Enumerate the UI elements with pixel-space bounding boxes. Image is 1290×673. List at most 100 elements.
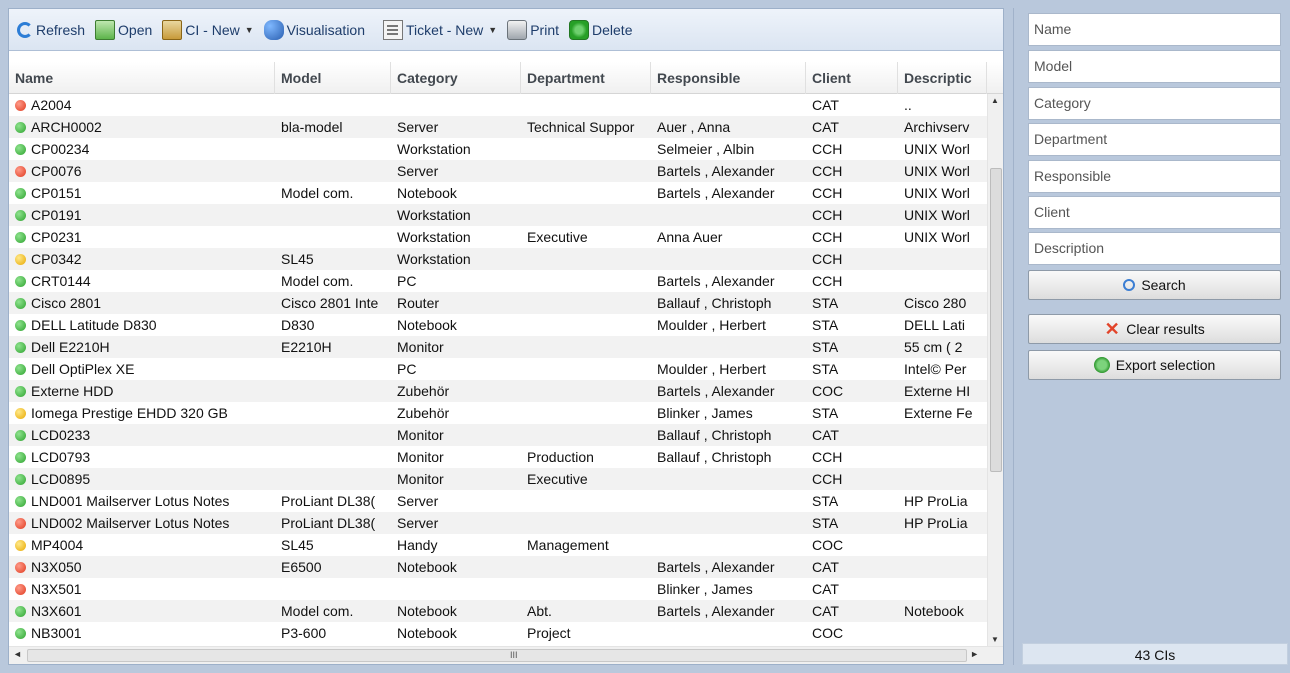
scroll-up-arrow-icon[interactable]: ▲ [991, 96, 999, 105]
table-row[interactable]: DELL Latitude D830 D830 Notebook Moulder , … [9, 314, 987, 336]
table-row[interactable]: LCD0895 Monitor Executive CCH [9, 468, 987, 490]
cell-description: DELL Lati [904, 317, 965, 333]
table-row[interactable]: N3X601 Model com. Notebook Abt. Bartels , Al… [9, 600, 987, 622]
ci-new-button[interactable]: CI - New ▼ [158, 15, 257, 45]
ticket-new-label: Ticket - New [406, 21, 484, 38]
cell-description: .. [904, 97, 912, 113]
cell-name-text: Dell E2210H [31, 339, 110, 355]
print-button[interactable]: Print [503, 15, 563, 45]
department-filter-input[interactable]: Department [1028, 123, 1281, 156]
table-row[interactable]: N3X501 Blinker , James CAT [9, 578, 987, 600]
scroll-right-arrow-icon[interactable]: ► [970, 649, 979, 659]
cell-description: Externe Fe [904, 405, 973, 421]
vertical-scrollbar[interactable]: ▲ ▼ [987, 94, 1003, 646]
table-row[interactable]: LCD0233 Monitor Ballauf , Christoph CAT [9, 424, 987, 446]
vertical-scroll-thumb[interactable] [990, 168, 1002, 472]
cell-description: Cisco 280 [904, 295, 967, 311]
status-green-icon [15, 628, 26, 639]
table-row[interactable]: Dell OptiPlex XE PC Moulder , Herbert STA In… [9, 358, 987, 380]
column-header-name[interactable]: Name [9, 62, 275, 94]
table-row[interactable]: LND001 Mailserver Lotus Notes ProLiant DL… [9, 490, 987, 512]
table-row[interactable]: LND002 Mailserver Lotus Notes ProLiant DL… [9, 512, 987, 534]
table-row[interactable]: CP0342 SL45 Workstation CCH [9, 248, 987, 270]
cell-name: Dell OptiPlex XE [9, 358, 275, 380]
name-filter-input[interactable]: Name [1028, 13, 1281, 46]
table-row[interactable]: N3X050 E6500 Notebook Bartels , Alexander CA… [9, 556, 987, 578]
status-green-icon [15, 452, 26, 463]
scroll-down-arrow-icon[interactable]: ▼ [991, 635, 999, 644]
cell-model [275, 358, 391, 380]
cell-model: Model com. [281, 603, 354, 619]
table-row[interactable]: CP0076 Server Bartels , Alexander CCH UNIX W… [9, 160, 987, 182]
table-row[interactable]: ARCH0002 bla-model Server Technical Suppor A… [9, 116, 987, 138]
cell-category: Monitor [397, 449, 444, 465]
table-row[interactable]: NB3001 P3-600 Notebook Project COC [9, 622, 987, 644]
column-header-category[interactable]: Category [391, 62, 521, 94]
visualisation-button[interactable]: Visualisation [260, 15, 369, 45]
delete-button[interactable]: Delete [565, 15, 636, 45]
search-button[interactable]: Search [1028, 270, 1281, 300]
column-header-description[interactable]: Descriptic [898, 62, 987, 94]
export-selection-button[interactable]: Export selection [1028, 350, 1281, 380]
status-green-icon [15, 496, 26, 507]
cell-category: Handy [397, 537, 438, 553]
cell-model: bla-model [281, 119, 343, 135]
horizontal-scroll-thumb[interactable]: III [27, 649, 967, 662]
scroll-left-arrow-icon[interactable]: ◄ [13, 649, 22, 659]
cell-name: N3X601 [9, 600, 275, 622]
refresh-button[interactable]: Refresh [13, 15, 89, 45]
ticket-new-button[interactable]: Ticket - New ▼ [379, 15, 501, 45]
cell-description: 55 cm ( 2 [904, 339, 963, 355]
responsible-filter-input[interactable]: Responsible [1028, 160, 1281, 193]
table-row[interactable]: CRT0144 Model com. PC Bartels , Alexander CC… [9, 270, 987, 292]
cell-department: Executive [527, 229, 588, 245]
horizontal-scrollbar[interactable]: ◄ III ► [9, 646, 1003, 664]
filter-panel: Name Model Category Department Responsib… [1013, 8, 1288, 665]
description-filter-input[interactable]: Description [1028, 232, 1281, 265]
table-row[interactable]: A2004 CAT.. [9, 94, 987, 116]
cell-department [521, 292, 651, 314]
client-filter-input[interactable]: Client [1028, 196, 1281, 229]
cell-name: CP0231 [9, 226, 275, 248]
ci-card-icon [162, 19, 183, 40]
cell-name-text: CP00234 [31, 141, 90, 157]
cell-name-text: DELL Latitude D830 [31, 317, 157, 333]
cell-responsible: Ballauf , Christoph [657, 427, 772, 443]
cell-responsible [651, 94, 806, 116]
column-header-department[interactable]: Department [521, 62, 651, 94]
column-header-client[interactable]: Client [806, 62, 898, 94]
table-row[interactable]: LCD0793 Monitor Production Ballauf , Christ… [9, 446, 987, 468]
cell-responsible: Selmeier , Albin [657, 141, 755, 157]
table-row[interactable]: MP4004 SL45 Handy Management COC [9, 534, 987, 556]
cell-client: COC [812, 383, 844, 399]
table-row[interactable]: Dell E2210H E2210H Monitor STA 55 cm ( 2 [9, 336, 987, 358]
table-row[interactable]: Iomega Prestige EHDD 320 GB Zubehör Blinke… [9, 402, 987, 424]
cell-department [521, 336, 651, 358]
cell-model: E6500 [281, 559, 322, 575]
status-green-icon [15, 364, 26, 375]
table-row[interactable]: Externe HDD Zubehör Bartels , Alexander COC… [9, 380, 987, 402]
table-row[interactable]: CP0151 Model com. Notebook Bartels , Alexan… [9, 182, 987, 204]
cell-responsible: Bartels , Alexander [657, 273, 775, 289]
cell-category: Notebook [397, 317, 457, 333]
chevron-down-icon: ▼ [488, 24, 498, 35]
category-filter-input[interactable]: Category [1028, 87, 1281, 120]
table-row[interactable]: Cisco 2801 Cisco 2801 Inte Router Ballauf ,… [9, 292, 987, 314]
open-button[interactable]: Open [91, 15, 156, 45]
network-icon [263, 19, 284, 40]
cell-name-text: CRT0144 [31, 273, 91, 289]
model-filter-input[interactable]: Model [1028, 50, 1281, 83]
column-header-model[interactable]: Model [275, 62, 391, 94]
column-header-responsible[interactable]: Responsible [651, 62, 806, 94]
cell-category: Monitor [397, 471, 444, 487]
table-row[interactable]: CP0191 Workstation CCH UNIX Worl [9, 204, 987, 226]
cell-model: ProLiant DL38( [281, 515, 376, 531]
cell-description: UNIX Worl [904, 229, 970, 245]
ci-new-label: CI - New [185, 21, 240, 38]
table-row[interactable]: CP00234 Workstation Selmeier , Albin CCH UNI… [9, 138, 987, 160]
cell-description: HP ProLia [904, 493, 968, 509]
cell-model: Model com. [281, 273, 354, 289]
table-row[interactable]: CP0231 Workstation Executive Anna Auer CCH UN… [9, 226, 987, 248]
clear-results-button[interactable]: ✕ Clear results [1028, 314, 1281, 344]
cell-name-text: CP0151 [31, 185, 82, 201]
